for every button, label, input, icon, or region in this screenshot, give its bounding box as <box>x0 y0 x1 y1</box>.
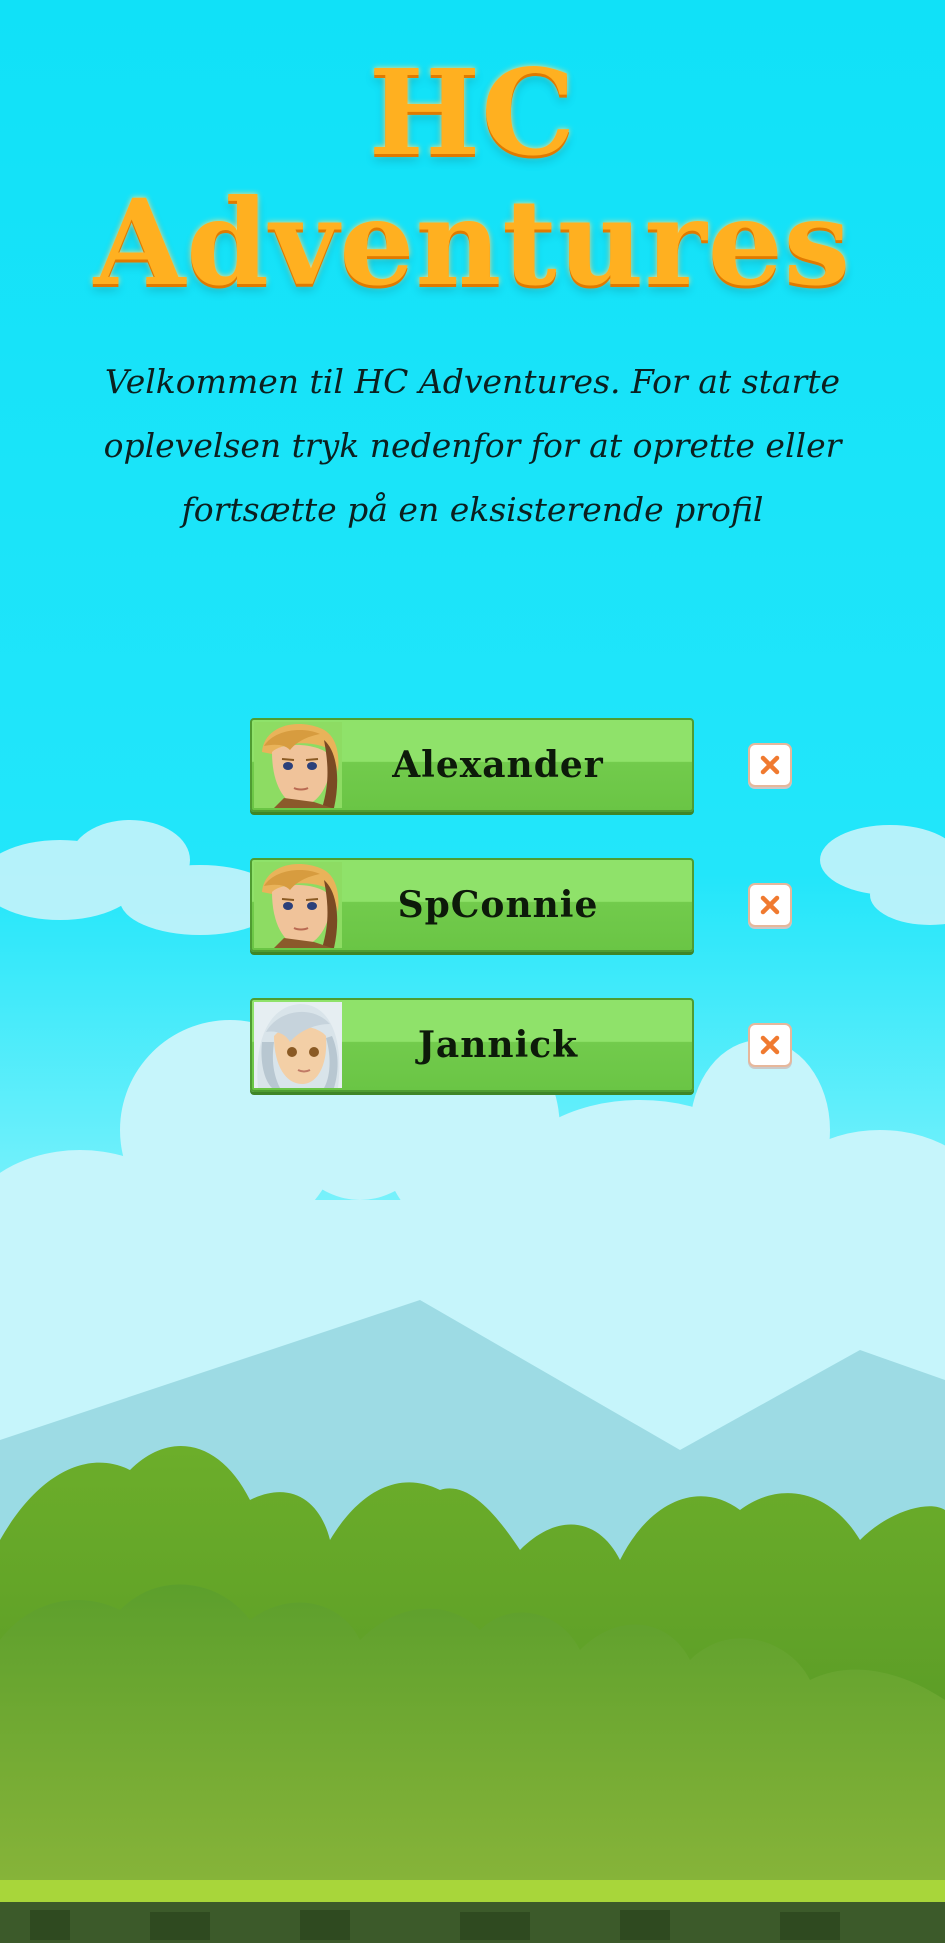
delete-profile-button[interactable] <box>748 743 792 787</box>
delete-profile-button[interactable] <box>748 883 792 927</box>
profile-name: Alexander <box>392 744 604 786</box>
app-title: HC Adventures <box>93 43 852 312</box>
profile-button-alexander[interactable]: Alexander <box>250 718 694 812</box>
profile-name: SpConnie <box>397 884 599 926</box>
delete-profile-button[interactable] <box>748 1023 792 1067</box>
close-icon <box>760 755 780 775</box>
profile-row: Alexander <box>250 718 800 814</box>
close-icon <box>760 1035 780 1055</box>
profile-button-spconnie[interactable]: SpConnie <box>250 858 694 952</box>
profile-row: SpConnie <box>250 858 800 954</box>
boy-avatar-icon <box>254 722 342 808</box>
boy-avatar-icon <box>254 862 342 948</box>
close-icon <box>760 895 780 915</box>
profile-name: Jannick <box>417 1024 579 1066</box>
girl-avatar-icon <box>254 1002 342 1088</box>
profile-row: Jannick <box>250 998 800 1094</box>
profile-button-jannick[interactable]: Jannick <box>250 998 694 1092</box>
welcome-text: Velkommen til HC Adventures. For at star… <box>103 362 842 529</box>
